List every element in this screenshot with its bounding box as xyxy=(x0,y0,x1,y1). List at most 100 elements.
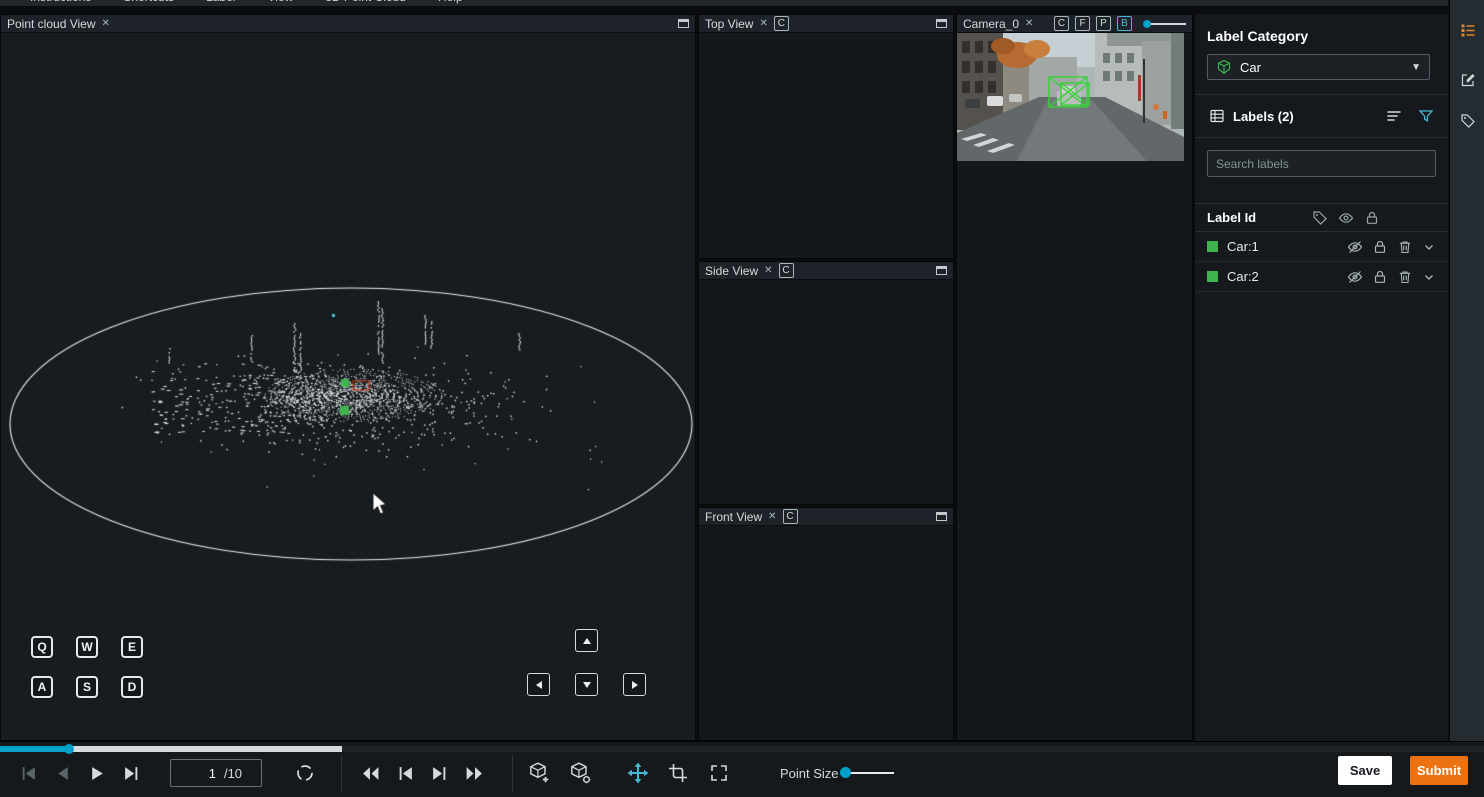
camera-opacity-slider[interactable] xyxy=(1144,23,1186,25)
panel-title: Front View xyxy=(705,510,762,524)
close-icon[interactable]: ✕ xyxy=(764,266,772,276)
pan-right-button[interactable] xyxy=(623,673,646,696)
menu-item-help[interactable]: Help xyxy=(438,0,463,4)
camera-b-button[interactable]: B xyxy=(1117,16,1132,31)
camera-p-button[interactable]: P xyxy=(1096,16,1111,31)
frame-number-input[interactable] xyxy=(190,766,216,781)
label-category-select[interactable]: Car ▼ xyxy=(1207,54,1430,80)
menu-item-label[interactable]: Label xyxy=(206,0,235,4)
eye-off-icon[interactable] xyxy=(1347,269,1363,285)
panel-title: Camera_0 xyxy=(963,17,1019,31)
arrow-right-icon xyxy=(628,678,642,692)
step-forward-button[interactable] xyxy=(431,765,448,782)
next-frame-button[interactable] xyxy=(123,765,140,782)
timeline-scrubber[interactable] xyxy=(0,746,1484,752)
camera-image[interactable] xyxy=(957,33,1184,161)
previous-frame-button[interactable] xyxy=(54,765,71,782)
key-e[interactable]: E xyxy=(121,636,143,658)
lock-icon[interactable] xyxy=(1372,269,1388,285)
window-restore-icon[interactable] xyxy=(936,19,947,28)
eye-icon[interactable] xyxy=(1338,210,1354,226)
key-w[interactable]: W xyxy=(76,636,98,658)
pan-up-button[interactable] xyxy=(575,629,598,652)
camera-c-button[interactable]: C xyxy=(1054,16,1069,31)
side-view-viewport[interactable] xyxy=(699,280,953,504)
chevron-down-icon[interactable] xyxy=(1422,270,1436,284)
window-restore-icon[interactable] xyxy=(936,512,947,521)
loading-indicator xyxy=(295,763,315,783)
close-icon[interactable]: ✕ xyxy=(1025,19,1033,29)
front-view-viewport[interactable] xyxy=(699,526,953,740)
frame-counter: /10 xyxy=(170,759,262,787)
filter-icon[interactable] xyxy=(1418,108,1434,124)
panel-title: Point cloud View xyxy=(7,17,96,31)
menu-bar: Instructions Shortcuts Label View 3D Poi… xyxy=(0,0,1448,6)
move-icon xyxy=(627,762,649,784)
pan-down-button[interactable] xyxy=(575,673,598,696)
right-tool-rail xyxy=(1449,0,1484,741)
eye-off-icon[interactable] xyxy=(1347,239,1363,255)
label-list-icon xyxy=(1460,22,1476,38)
menu-item-3d-point-cloud[interactable]: 3D Point Cloud xyxy=(325,0,406,4)
fast-backward-button[interactable] xyxy=(361,765,380,782)
crop-tool-button[interactable] xyxy=(668,763,688,783)
close-icon[interactable]: ✕ xyxy=(768,512,776,522)
camera-viewport xyxy=(957,33,1192,740)
previous-icon xyxy=(54,765,71,782)
edit-annotations-toggle[interactable] xyxy=(1457,69,1478,90)
label-row-car2[interactable]: Car:2 xyxy=(1195,262,1448,292)
chevron-down-icon[interactable] xyxy=(1422,240,1436,254)
sort-icon[interactable] xyxy=(1386,108,1402,124)
tag-icon[interactable] xyxy=(1312,210,1328,226)
cuboid-settings-button[interactable] xyxy=(568,761,592,785)
scrub-knob[interactable] xyxy=(64,744,74,754)
camera-f-button[interactable]: F xyxy=(1075,16,1090,31)
center-view-button[interactable]: C xyxy=(774,16,789,31)
tags-panel-toggle[interactable] xyxy=(1457,110,1478,131)
annotation-app: Instructions Shortcuts Label View 3D Poi… xyxy=(0,0,1484,797)
window-restore-icon[interactable] xyxy=(678,19,689,28)
point-size-knob[interactable] xyxy=(840,767,851,778)
key-a[interactable]: A xyxy=(31,676,53,698)
pan-left-button[interactable] xyxy=(527,673,550,696)
slider-knob[interactable] xyxy=(1143,20,1151,28)
submit-button[interactable]: Submit xyxy=(1410,756,1468,785)
center-view-button[interactable]: C xyxy=(779,263,794,278)
top-view-viewport[interactable] xyxy=(699,33,953,258)
window-restore-icon[interactable] xyxy=(936,266,947,275)
fast-forward-button[interactable] xyxy=(465,765,484,782)
label-category-heading: Label Category xyxy=(1207,28,1436,44)
frame-total: /10 xyxy=(224,766,242,781)
move-tool-button[interactable] xyxy=(627,762,649,784)
menu-item-view[interactable]: View xyxy=(267,0,293,4)
key-q[interactable]: Q xyxy=(31,636,53,658)
top-view-panel: Top View ✕ C xyxy=(698,14,954,259)
center-view-button[interactable]: C xyxy=(783,509,798,524)
search-labels-input[interactable] xyxy=(1207,150,1436,177)
fast-forward-icon xyxy=(465,765,484,782)
trash-icon[interactable] xyxy=(1397,239,1413,255)
label-name: Car:1 xyxy=(1227,239,1259,254)
front-view-header: Front View ✕ C xyxy=(699,508,953,526)
lock-icon[interactable] xyxy=(1364,210,1380,226)
skip-to-first-frame-button[interactable] xyxy=(20,765,37,782)
labels-panel-toggle[interactable] xyxy=(1457,19,1478,40)
selected-category: Car xyxy=(1240,60,1261,75)
point-cloud-viewport[interactable]: Q W E A S D xyxy=(1,33,695,740)
add-cuboid-button[interactable] xyxy=(527,761,551,785)
step-back-button[interactable] xyxy=(397,765,414,782)
lock-icon[interactable] xyxy=(1372,239,1388,255)
key-d[interactable]: D xyxy=(121,676,143,698)
save-button[interactable]: Save xyxy=(1338,756,1392,785)
play-icon xyxy=(89,765,106,782)
label-color-swatch xyxy=(1207,271,1218,282)
fullscreen-button[interactable] xyxy=(709,763,729,783)
menu-item-shortcuts[interactable]: Shortcuts xyxy=(123,0,174,4)
trash-icon[interactable] xyxy=(1397,269,1413,285)
label-row-car1[interactable]: Car:1 xyxy=(1195,232,1448,262)
menu-item-instructions[interactable]: Instructions xyxy=(30,0,91,4)
close-icon[interactable]: ✕ xyxy=(102,19,110,29)
close-icon[interactable]: ✕ xyxy=(759,19,767,29)
key-s[interactable]: S xyxy=(76,676,98,698)
play-button[interactable] xyxy=(89,765,106,782)
